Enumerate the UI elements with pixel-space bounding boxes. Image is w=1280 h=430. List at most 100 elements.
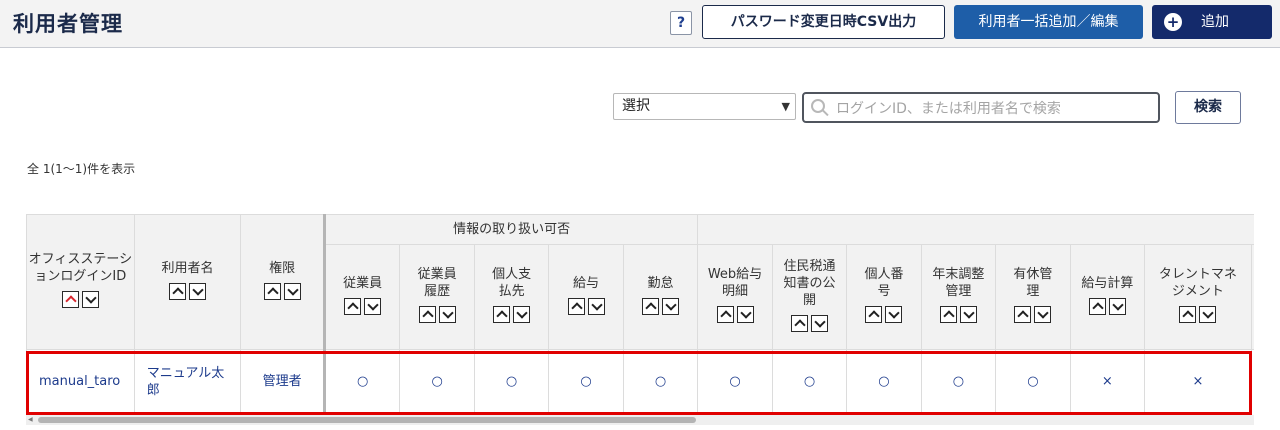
sort-desc-paid-leave[interactable] (1034, 306, 1052, 323)
column-talent: タレントマネジメント (1144, 244, 1252, 350)
filter-select-value: 選択 (622, 98, 650, 114)
group-header-info-handling: 情報の取り扱い可否 (323, 214, 699, 245)
sort-desc-resident-tax[interactable] (810, 314, 828, 332)
column-employee-history: 従業員履歴 (399, 244, 475, 350)
cell-role: 管理者 (240, 349, 326, 412)
password-csv-export-button[interactable]: パスワード変更日時CSV出力 (702, 5, 945, 39)
users-table: オフィスステーションログインID 利用者名 権限 情報の取り扱い可否 従業員 従… (26, 214, 1254, 412)
search-placeholder: ログインID、または利用者名で検索 (836, 101, 1061, 117)
sort-asc-salary[interactable] (567, 297, 585, 315)
page-title: 利用者管理 (13, 12, 123, 36)
plus-circle-icon: + (1164, 13, 1182, 31)
column-paid-leave: 有休管理 (995, 244, 1071, 350)
column-label: オフィスステーションログインID (28, 252, 133, 284)
column-label: 有休管理 (1013, 267, 1053, 299)
column-web-payslip: Web給与明細 (697, 244, 773, 350)
cell-user-name[interactable]: マニュアル太郎 (133, 349, 242, 412)
sort-desc-web-payslip[interactable] (736, 306, 754, 323)
sort-asc-user-name[interactable] (169, 282, 187, 300)
cell-salary: ○ (548, 349, 624, 412)
sort-desc-employee-history[interactable] (438, 306, 456, 323)
column-payroll: 給与計算 (1069, 244, 1146, 350)
cell-paid-leave: ○ (995, 349, 1071, 412)
search-input[interactable]: ログインID、または利用者名で検索 (802, 92, 1160, 123)
column-label: 個人支払先 (492, 267, 532, 299)
sort-desc-user-name[interactable] (189, 282, 207, 300)
group-header-blank (697, 214, 1254, 245)
sort-asc-resident-tax[interactable] (790, 314, 808, 332)
sort-desc-role[interactable] (283, 282, 301, 300)
search-icon (811, 99, 825, 113)
column-year-end: 年末調整管理 (920, 244, 997, 350)
add-user-button[interactable]: + 追加 (1152, 5, 1272, 39)
column-label: 利用者名 (161, 260, 214, 276)
column-label: 住民税通知書の公開 (783, 258, 836, 308)
column-salary: 給与 (548, 244, 624, 350)
page-header: 利用者管理 ? パスワード変更日時CSV出力 利用者一括追加／編集 + 追加 (0, 0, 1280, 48)
cell-login-id[interactable]: manual_taro (26, 349, 135, 412)
help-button[interactable]: ? (670, 11, 692, 35)
cell-employee-history: ○ (399, 349, 475, 412)
cell-overflow (1250, 349, 1254, 412)
column-label: 給与計算 (1081, 275, 1134, 291)
cell-attendance: ○ (622, 349, 699, 412)
sort-asc-web-payslip[interactable] (716, 306, 734, 323)
column-label: 従業員 (343, 275, 383, 291)
sort-asc-employee[interactable] (344, 297, 362, 315)
column-label: Web給与明細 (707, 267, 763, 299)
sort-asc-year-end[interactable] (939, 306, 957, 323)
sort-asc-my-number[interactable] (865, 306, 883, 323)
sort-desc-salary[interactable] (587, 297, 605, 315)
cell-payroll: × (1069, 349, 1146, 412)
column-label: 勤怠 (647, 275, 674, 291)
search-button[interactable]: 検索 (1175, 91, 1241, 124)
column-label: 従業員履歴 (417, 267, 457, 299)
sort-asc-payee[interactable] (493, 306, 511, 323)
sort-desc-login-id[interactable] (81, 291, 99, 308)
table-row[interactable]: manual_taro マニュアル太郎 管理者 ○ ○ ○ ○ ○ ○ ○ ○ … (26, 349, 1254, 412)
sort-asc-attendance[interactable] (642, 297, 660, 315)
sort-desc-employee[interactable] (364, 297, 382, 315)
column-overflow (1250, 244, 1254, 350)
column-label: タレントマネジメント (1158, 267, 1237, 299)
filter-select[interactable]: 選択 ▼ (613, 93, 796, 120)
result-count: 全 1(1～1)件を表示 (27, 162, 136, 176)
sort-asc-paid-leave[interactable] (1014, 306, 1032, 323)
cell-employee: ○ (323, 349, 401, 412)
column-my-number: 個人番号 (846, 244, 922, 350)
users-table-container[interactable]: オフィスステーションログインID 利用者名 権限 情報の取り扱い可否 従業員 従… (26, 214, 1254, 412)
bulk-add-edit-button[interactable]: 利用者一括追加／編集 (954, 5, 1143, 39)
column-login-id: オフィスステーションログインID (26, 214, 135, 350)
sort-asc-login-id[interactable] (61, 291, 79, 308)
cell-web-payslip: ○ (697, 349, 773, 412)
sort-desc-payroll[interactable] (1108, 297, 1126, 315)
column-label: 個人番号 (864, 267, 904, 299)
add-button-label: 追加 (1201, 14, 1229, 30)
cell-year-end: ○ (920, 349, 997, 412)
chevron-down-icon: ▼ (781, 100, 790, 113)
sort-asc-payroll[interactable] (1088, 297, 1106, 315)
horizontal-scrollbar[interactable]: ◀ (26, 415, 1254, 425)
sort-asc-employee-history[interactable] (418, 306, 436, 323)
cell-talent: × (1144, 349, 1252, 412)
cell-payee: ○ (473, 349, 550, 412)
scroll-left-arrow-icon[interactable]: ◀ (28, 417, 33, 423)
column-employee: 従業員 (323, 244, 401, 350)
sort-desc-attendance[interactable] (662, 297, 680, 315)
column-label: 給与 (573, 275, 600, 291)
column-role: 権限 (240, 214, 326, 350)
cell-my-number: ○ (846, 349, 922, 412)
scrollbar-thumb[interactable] (38, 417, 696, 423)
column-label: 年末調整管理 (932, 267, 985, 299)
sort-asc-talent[interactable] (1179, 306, 1197, 323)
sort-desc-year-end[interactable] (959, 306, 977, 323)
column-payee: 個人支払先 (473, 244, 550, 350)
column-label: 権限 (269, 260, 296, 276)
question-icon: ? (676, 15, 686, 31)
sort-desc-talent[interactable] (1199, 306, 1217, 323)
sort-desc-payee[interactable] (513, 306, 531, 323)
column-resident-tax: 住民税通知書の公開 (771, 244, 848, 350)
cell-resident-tax: ○ (771, 349, 848, 412)
sort-asc-role[interactable] (263, 282, 281, 300)
sort-desc-my-number[interactable] (885, 306, 903, 323)
